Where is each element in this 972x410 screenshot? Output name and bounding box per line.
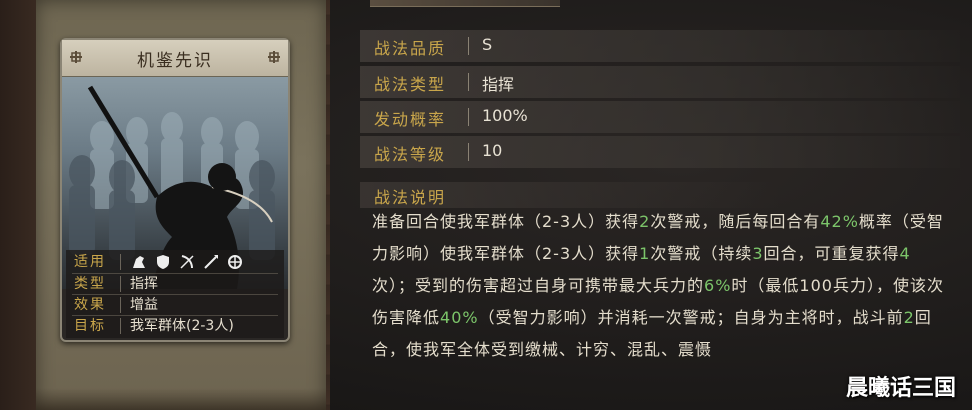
stat-row-type: 战法类型 指挥	[360, 66, 960, 98]
description-highlight: 40%	[440, 308, 479, 327]
description-highlight: 1	[639, 244, 651, 263]
info-row-effect: 效果 增益	[72, 294, 278, 315]
divider	[468, 73, 469, 91]
info-value: 指挥	[130, 276, 158, 292]
ornament-icon	[70, 51, 82, 63]
stat-label: 战法品质	[374, 39, 447, 58]
info-row-type: 类型 指挥	[72, 273, 278, 294]
description-segment: 准备回合使我军群体（2-3人）获得	[372, 212, 640, 231]
stat-value: S	[482, 35, 493, 54]
info-key: 效果	[74, 297, 106, 313]
info-key: 类型	[74, 276, 106, 292]
divider	[120, 254, 121, 270]
troop-type-icons	[130, 253, 244, 271]
info-value: 增益	[130, 297, 158, 313]
description-segment: 回合，可重复获得	[763, 244, 900, 263]
spear-icon	[204, 255, 218, 269]
stat-label: 战法类型	[374, 75, 447, 94]
card-title-bar: 机鉴先识	[62, 40, 288, 77]
siege-icon	[228, 255, 242, 269]
description-highlight: 3	[752, 244, 764, 263]
description-text: 准备回合使我军群体（2-3人）获得2次警戒，随后每回合有42%概率（受智力影响）…	[372, 206, 952, 366]
description-highlight: 2	[903, 308, 915, 327]
stat-row-trigger-rate: 发动概率 100%	[360, 101, 960, 133]
description-segment: 次警戒，随后每回合有	[650, 212, 821, 231]
stat-label: 发动概率	[374, 110, 447, 129]
archer-icon	[180, 255, 194, 269]
stat-value: 指挥	[482, 75, 515, 94]
skill-card[interactable]: 机鉴先识 适用 类型 指挥 效果 增益 目标 我军群体(2-3人)	[60, 38, 290, 342]
description-segment: 次警戒（持续	[650, 244, 753, 263]
description-title: 战法说明	[374, 188, 447, 207]
card-title: 机鉴先识	[137, 50, 213, 71]
stat-value: 100%	[482, 106, 528, 125]
shield-icon	[157, 255, 169, 269]
divider	[120, 276, 121, 292]
info-key: 目标	[74, 318, 106, 334]
description-highlight: 6%	[704, 276, 732, 295]
stat-row-quality: 战法品质 S	[360, 30, 960, 62]
stat-value: 10	[482, 141, 503, 160]
info-row-applicable: 适用	[72, 252, 278, 272]
top-tab-edge	[370, 0, 560, 7]
description-header: 战法说明	[360, 182, 960, 208]
description-highlight: 2	[639, 212, 651, 231]
card-info-panel: 适用 类型 指挥 效果 增益 目标 我军群体(2-3人)	[66, 250, 284, 338]
divider	[120, 297, 121, 313]
info-value: 我军群体(2-3人)	[130, 318, 234, 334]
stat-row-level: 战法等级 10	[360, 136, 960, 168]
ornament-icon	[268, 51, 280, 63]
description-highlight: 42%	[820, 212, 859, 231]
description-segment: 次）；受到的伤害超过自身可携带最大兵力的	[372, 276, 705, 295]
divider	[468, 143, 469, 161]
info-row-target: 目标 我军群体(2-3人)	[72, 315, 278, 336]
cavalry-icon	[133, 256, 145, 268]
divider	[120, 318, 121, 334]
stat-label: 战法等级	[374, 145, 447, 164]
info-key: 适用	[74, 254, 106, 270]
divider	[468, 108, 469, 126]
description-segment: （受智力影响）并消耗一次警戒；自身为主将时，战斗前	[478, 308, 904, 327]
watermark: 晨曦话三国	[845, 376, 956, 401]
description-highlight: 4	[899, 244, 911, 263]
divider	[468, 37, 469, 55]
